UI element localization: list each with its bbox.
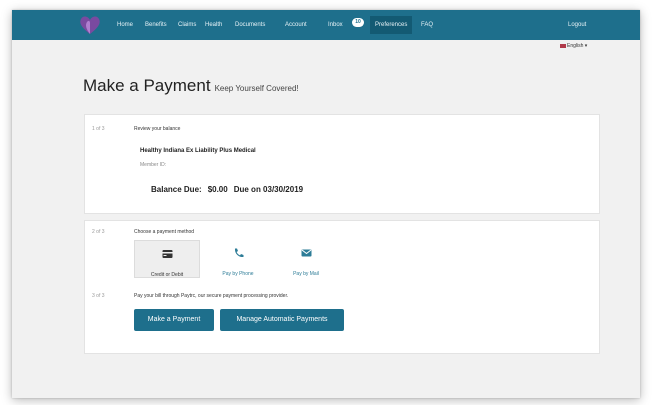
balance-label: Balance Due: xyxy=(151,185,202,194)
credit-card-icon xyxy=(162,250,172,258)
nav-claims[interactable]: Claims xyxy=(178,20,196,30)
member-id-label: Member ID: xyxy=(140,162,167,168)
page-title-main: Make a Payment xyxy=(83,76,211,95)
language-selector[interactable]: English ▾ xyxy=(560,43,587,49)
plan-name: Healthy Indiana Ex Liability Plus Medica… xyxy=(140,148,256,154)
top-navbar: Home Benefits Claims Health Documents Ac… xyxy=(12,10,640,40)
payment-method-phone[interactable]: Pay by Phone xyxy=(205,240,271,278)
step-label-2: Choose a payment method xyxy=(134,229,195,235)
mail-icon xyxy=(301,249,311,257)
flag-icon xyxy=(560,43,566,48)
balance-card: 1 of 3 Review your balance Healthy India… xyxy=(84,114,600,214)
language-label: English xyxy=(567,43,584,49)
step-label-1: Review your balance xyxy=(134,126,181,132)
chevron-down-icon: ▾ xyxy=(584,43,588,49)
nav-benefits[interactable]: Benefits xyxy=(145,20,167,30)
inbox-badge: 10 xyxy=(352,18,364,27)
nav-account[interactable]: Account xyxy=(285,20,307,30)
payment-method-label: Pay by Phone xyxy=(222,271,254,277)
payment-card: 2 of 3 Choose a payment method Credit or… xyxy=(84,220,600,354)
nav-faq[interactable]: FAQ xyxy=(421,20,433,30)
page-subtitle: Keep Yourself Covered! xyxy=(214,84,299,93)
step-label-3: Pay your bill through Paytrc, our secure… xyxy=(134,293,289,299)
payment-method-label: Pay by Mail xyxy=(293,271,319,277)
phone-icon xyxy=(234,248,243,258)
payment-method-label: Credit or Debit xyxy=(150,272,184,278)
payment-method-credit-debit[interactable]: Credit or Debit xyxy=(134,240,200,278)
step-number-2: 2 of 3 xyxy=(92,229,105,235)
nav-preferences[interactable]: Preferences xyxy=(370,16,413,34)
nav-home[interactable]: Home xyxy=(117,20,133,30)
step-number-1: 1 of 3 xyxy=(92,126,105,132)
step-number-3: 3 of 3 xyxy=(92,293,105,299)
manage-automatic-payments-button[interactable]: Manage Automatic Payments xyxy=(220,309,344,331)
due-date: Due on 03/30/2019 xyxy=(233,185,304,194)
nav-health[interactable]: Health xyxy=(205,20,222,30)
nav-inbox[interactable]: Inbox xyxy=(328,20,343,30)
logo-icon[interactable] xyxy=(78,14,102,36)
make-payment-button[interactable]: Make a Payment xyxy=(134,309,214,331)
nav-documents[interactable]: Documents xyxy=(235,20,265,30)
page-title: Make a Payment Keep Yourself Covered! xyxy=(83,76,299,96)
balance-value: $0.00 xyxy=(207,185,228,194)
browser-frame: Home Benefits Claims Health Documents Ac… xyxy=(12,10,640,398)
payment-method-mail[interactable]: Pay by Mail xyxy=(273,240,339,278)
balance-due: Balance Due: $0.00 Due on 03/30/2019 xyxy=(151,185,309,194)
logout-link[interactable]: Logout xyxy=(568,20,586,30)
